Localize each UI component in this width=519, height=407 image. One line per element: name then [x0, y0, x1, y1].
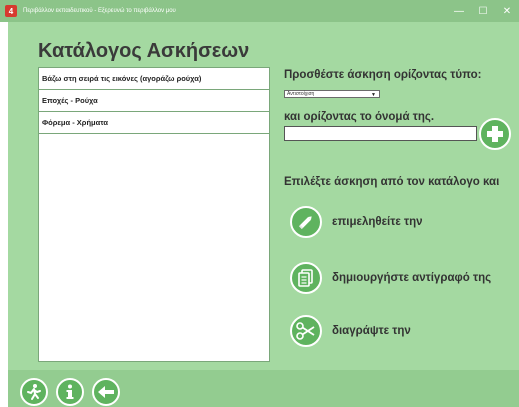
edit-action[interactable]: επιμεληθείτε την [290, 206, 423, 238]
scissors-icon [296, 322, 315, 340]
exercise-list[interactable]: Βάζω στη σειρά τις εικόνες (αγοράζω ρούχ… [38, 67, 270, 362]
list-item[interactable]: Εποχές - Ρούχα [39, 90, 269, 112]
exercise-type-select[interactable]: Αντιστοίχιση ▼ [284, 90, 380, 98]
list-item-label: Βάζω στη σειρά τις εικόνες (αγοράζω ρούχ… [42, 74, 202, 83]
list-item-label: Φόρεμα - Χρήματα [42, 118, 108, 127]
name-label: και ορίζοντας το όνομά της. [284, 111, 435, 123]
delete-label: διαγράψτε την [332, 325, 411, 337]
copy-icon [298, 269, 313, 287]
list-item-label: Εποχές - Ρούχα [42, 96, 98, 105]
window-title: Περιβάλλον εκπαιδευτικού - Εξερευνώ το π… [23, 8, 176, 14]
exercise-type-value: Αντιστοίχιση [287, 91, 315, 97]
arrow-left-icon [98, 386, 114, 398]
app-icon: 4 [5, 5, 17, 17]
choose-exercise-label: Επιλέξτε άσκηση από τον κατάλογο και [284, 176, 500, 188]
plus-icon [487, 126, 503, 142]
copy-action[interactable]: δημιουργήστε αντίγραφό της [290, 262, 491, 294]
delete-button[interactable] [290, 315, 322, 347]
list-item[interactable]: Βάζω στη σειρά τις εικόνες (αγοράζω ρούχ… [39, 68, 269, 90]
exit-button[interactable] [20, 378, 48, 406]
maximize-button[interactable]: ☐ [471, 0, 495, 22]
close-button[interactable]: ✕ [495, 0, 519, 22]
info-icon [66, 384, 74, 399]
catalog-title: Κατάλογος Ασκήσεων [38, 40, 250, 62]
add-exercise-button[interactable] [479, 118, 511, 150]
edit-label: επιμεληθείτε την [332, 216, 423, 228]
exercise-name-input[interactable] [284, 126, 477, 141]
add-type-label: Προσθέστε άσκηση ορίζοντας τύπο: [284, 69, 482, 81]
copy-button[interactable] [290, 262, 322, 294]
chevron-down-icon: ▼ [371, 92, 376, 98]
info-button[interactable] [56, 378, 84, 406]
window-controls: — ☐ ✕ [447, 0, 519, 22]
pencil-icon [298, 216, 312, 230]
copy-label: δημιουργήστε αντίγραφό της [332, 272, 492, 284]
delete-action[interactable]: διαγράψτε την [290, 315, 411, 347]
bottom-toolbar [8, 370, 519, 407]
back-button[interactable] [92, 378, 120, 406]
list-item[interactable]: Φόρεμα - Χρήματα [39, 112, 269, 134]
title-bar: 4 Περιβάλλον εκπαιδευτικού - Εξερευνώ το… [0, 0, 519, 22]
running-person-icon [27, 384, 41, 400]
edit-button[interactable] [290, 206, 322, 238]
minimize-button[interactable]: — [447, 0, 471, 22]
